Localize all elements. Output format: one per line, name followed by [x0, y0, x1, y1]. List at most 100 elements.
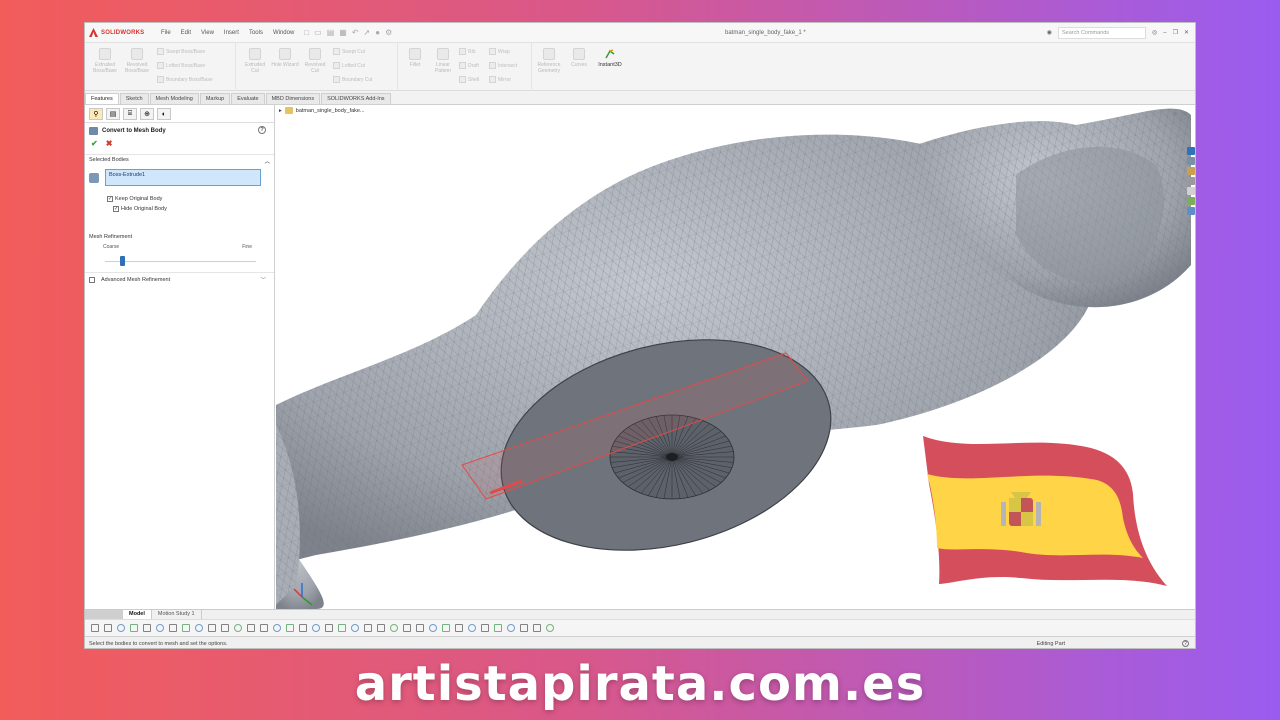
menu-file[interactable]: File [159, 30, 173, 36]
save-icon[interactable]: ▤ [327, 28, 335, 37]
sketch-tool-icon[interactable] [481, 624, 489, 632]
shell-button[interactable]: Shell [459, 76, 479, 83]
draft-button[interactable]: Draft [459, 62, 479, 69]
collapse-icon[interactable]: ︿ [264, 157, 270, 165]
instant3d-button[interactable]: Instant3D [595, 48, 625, 68]
chevron-down-icon[interactable]: ﹀ [260, 276, 266, 284]
sketch-tool-icon[interactable] [377, 624, 385, 632]
zoom-icon[interactable]: ⌕ [1184, 109, 1188, 119]
sketch-tool-icon[interactable] [299, 624, 307, 632]
options-icon[interactable]: ⚙ [385, 28, 392, 37]
sketch-tool-icon[interactable] [169, 624, 177, 632]
restore-icon[interactable]: ❐ [1173, 29, 1178, 36]
mirror-button[interactable]: Mirror [489, 76, 511, 83]
minimize-icon[interactable]: – [1163, 30, 1166, 36]
tab-features[interactable]: Features [85, 93, 119, 104]
expand-arrow-icon[interactable]: ▸ [279, 108, 282, 114]
feature-tree-root[interactable]: ▸ batman_single_body_fake... [279, 107, 365, 114]
open-icon[interactable]: ▭ [314, 28, 322, 37]
menu-insert[interactable]: Insert [222, 30, 241, 36]
tab-sketch[interactable]: Sketch [119, 93, 149, 104]
sketch-tool-icon[interactable] [247, 624, 255, 632]
sketch-tool-icon[interactable] [130, 624, 138, 632]
boundary-cut-button[interactable]: Boundary Cut [333, 76, 373, 83]
sketch-tool-icon[interactable] [260, 624, 268, 632]
hole-wizard-button[interactable]: Hole Wizard [271, 48, 299, 68]
tab-model[interactable]: Model [123, 610, 152, 619]
appearances-icon[interactable] [1186, 187, 1195, 195]
search-icon[interactable]: ⌕ [1173, 109, 1177, 119]
undo-icon[interactable]: ↶ [352, 28, 359, 37]
sketch-tool-icon[interactable] [390, 624, 398, 632]
sketch-tool-icon[interactable] [234, 624, 242, 632]
dimxpert-icon[interactable]: ⊕ [140, 108, 154, 120]
sketch-tool-icon[interactable] [312, 624, 320, 632]
help-icon[interactable]: ? [1182, 640, 1189, 647]
tab-scroll[interactable] [85, 610, 123, 619]
selected-bodies-listbox[interactable]: Boss-Extrude1 [105, 169, 261, 186]
keep-original-checkbox[interactable]: ✓ Keep Original Body [85, 194, 274, 204]
custom-properties-icon[interactable] [1186, 197, 1195, 205]
fillet-button[interactable]: Fillet [401, 48, 429, 68]
tab-mbd-dimensions[interactable]: MBD Dimensions [265, 93, 321, 104]
file-explorer-icon[interactable] [1186, 167, 1195, 175]
user-icon[interactable]: ◎ [1152, 29, 1157, 36]
tab-markup[interactable]: Markup [199, 93, 231, 104]
sketch-tool-icon[interactable] [325, 624, 333, 632]
sketch-tool-icon[interactable] [494, 624, 502, 632]
reference-geometry-button[interactable]: Reference Geometry [535, 48, 563, 74]
tab-evaluate[interactable]: Evaluate [231, 93, 265, 104]
linear-pattern-button[interactable]: Linear Pattern [429, 48, 457, 74]
feature-tree-icon[interactable]: ⚲ [89, 108, 103, 120]
sketch-tool-icon[interactable] [403, 624, 411, 632]
extruded-boss-button[interactable]: Extruded Boss/Base [91, 48, 119, 74]
checkbox-unchecked-icon[interactable] [89, 277, 95, 283]
sketch-tool-icon[interactable] [286, 624, 294, 632]
sketch-tool-icon[interactable] [429, 624, 437, 632]
selected-bodies-section[interactable]: Selected Bodies ︿ [85, 154, 274, 167]
design-library-icon[interactable] [1186, 157, 1195, 165]
forum-icon[interactable] [1186, 207, 1195, 215]
print-icon[interactable]: ▦ [339, 28, 347, 37]
curves-button[interactable]: Curves [565, 48, 593, 68]
slider-thumb[interactable] [119, 256, 125, 266]
ok-button[interactable]: ✔ [91, 139, 98, 148]
sketch-tool-icon[interactable] [221, 624, 229, 632]
tab-motion-study[interactable]: Motion Study 1 [152, 610, 202, 619]
menu-edit[interactable]: Edit [179, 30, 193, 36]
tab-mesh-modeling[interactable]: Mesh Modeling [149, 93, 199, 104]
cancel-button[interactable]: ✖ [106, 139, 113, 148]
sketch-tool-icon[interactable] [117, 624, 125, 632]
help-button[interactable]: ? [258, 126, 266, 134]
display-manager-icon[interactable]: ◐ [157, 108, 171, 120]
view-palette-icon[interactable] [1186, 177, 1195, 185]
menu-tools[interactable]: Tools [247, 30, 265, 36]
menu-view[interactable]: View [199, 30, 216, 36]
menu-window[interactable]: Window [271, 30, 296, 36]
sketch-tool-icon[interactable] [208, 624, 216, 632]
property-manager-icon[interactable]: ▤ [106, 108, 120, 120]
sketch-tool-icon[interactable] [338, 624, 346, 632]
rebuild-icon[interactable]: ● [375, 28, 380, 37]
sketch-tool-icon[interactable] [273, 624, 281, 632]
sketch-tool-icon[interactable] [351, 624, 359, 632]
sketch-tool-icon[interactable] [442, 624, 450, 632]
sketch-tool-icon[interactable] [455, 624, 463, 632]
sketch-tool-icon[interactable] [364, 624, 372, 632]
wrap-button[interactable]: Wrap [489, 48, 510, 55]
sketch-tool-icon[interactable] [156, 624, 164, 632]
sketch-tool-icon[interactable] [91, 624, 99, 632]
help-icon[interactable]: ◉ [1047, 29, 1052, 36]
hide-original-checkbox[interactable]: ✓ Hide Original Body [85, 204, 274, 214]
boundary-boss-button[interactable]: Boundary Boss/Base [157, 76, 213, 83]
tab-addins[interactable]: SOLIDWORKS Add-Ins [321, 93, 391, 104]
sketch-tool-icon[interactable] [182, 624, 190, 632]
intersect-button[interactable]: Intersect [489, 62, 517, 69]
advanced-mesh-refinement-row[interactable]: Advanced Mesh Refinement ﹀ [85, 272, 274, 287]
lofted-boss-button[interactable]: Lofted Boss/Base [157, 62, 205, 69]
swept-boss-button[interactable]: Swept Boss/Base [157, 48, 205, 55]
extruded-cut-button[interactable]: Extruded Cut [241, 48, 269, 74]
sketch-tool-icon[interactable] [533, 624, 541, 632]
lofted-cut-button[interactable]: Lofted Cut [333, 62, 365, 69]
close-icon[interactable]: ✕ [1184, 29, 1189, 36]
